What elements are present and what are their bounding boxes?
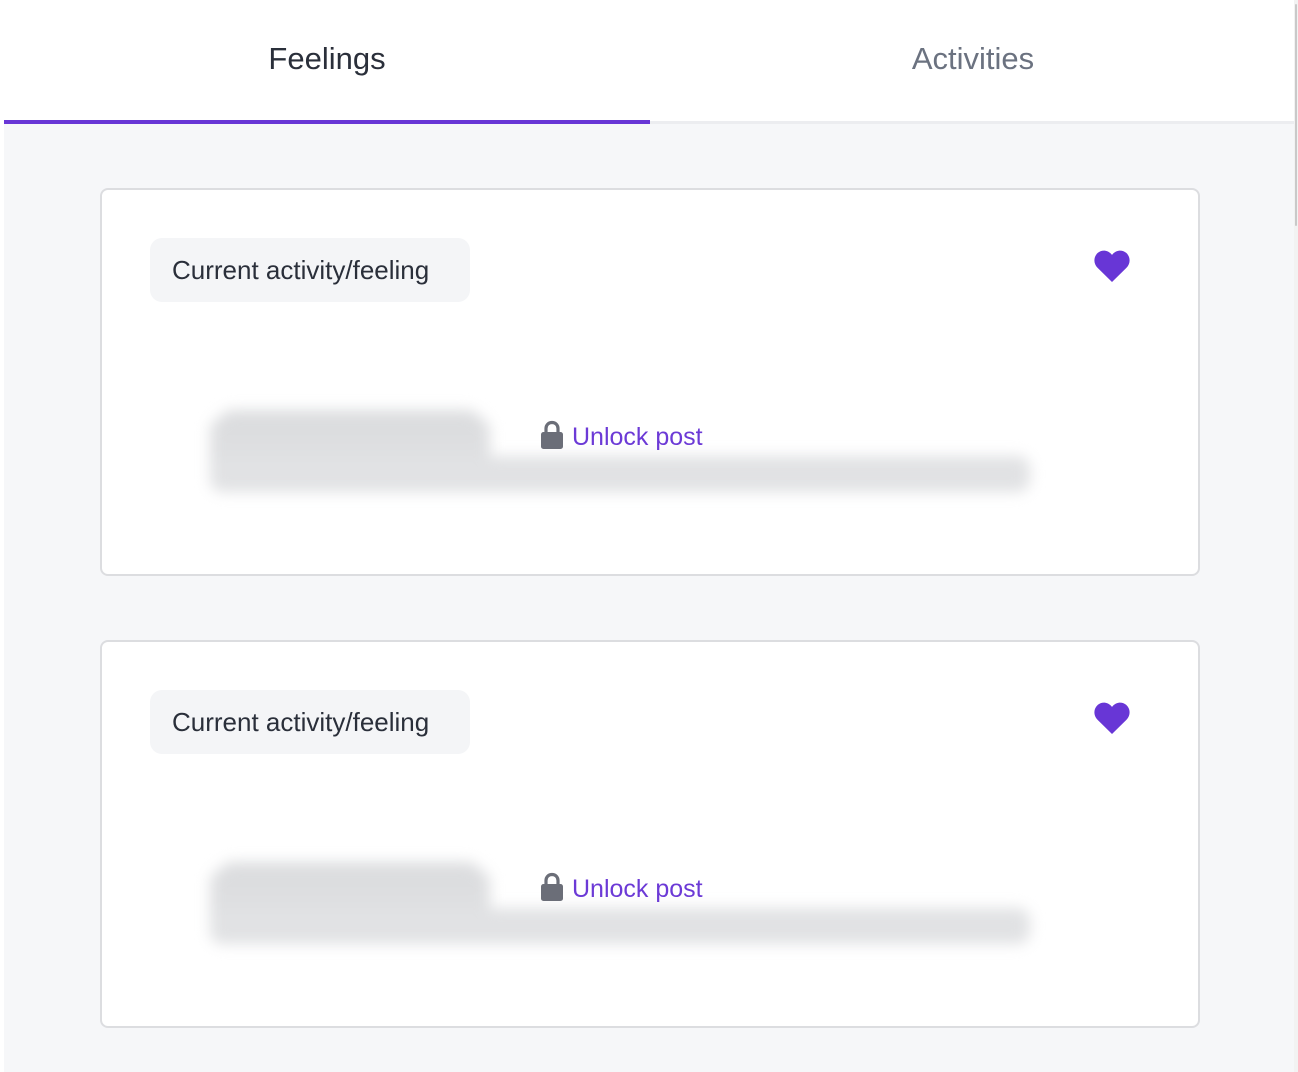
heart-icon	[1094, 702, 1130, 734]
unlock-post-label: Unlock post	[572, 874, 703, 903]
activity-chip-label: Current activity/feeling	[172, 706, 430, 737]
like-button[interactable]	[1092, 700, 1136, 740]
unlock-post-link[interactable]: Unlock post	[540, 872, 703, 904]
like-button[interactable]	[1092, 248, 1136, 288]
post-card: Current activity/feeling Unlock post	[100, 640, 1200, 1028]
post-card: Current activity/feeling Unlock post	[100, 188, 1200, 576]
left-edge	[0, 0, 4, 1072]
tab-feelings-label: Feelings	[268, 40, 386, 76]
unlock-post-label: Unlock post	[572, 422, 703, 451]
tab-activities-label: Activities	[911, 40, 1035, 76]
heart-icon	[1094, 250, 1130, 282]
tab-activities[interactable]: Activities	[650, 0, 1296, 121]
scrollbar[interactable]	[1294, 0, 1298, 1072]
scrollbar-thumb[interactable]	[1295, 4, 1297, 226]
tab-feelings[interactable]: Feelings	[4, 0, 650, 124]
unlock-post-link[interactable]: Unlock post	[540, 420, 703, 452]
tab-bar: Feelings Activities	[4, 0, 1296, 124]
lock-icon	[541, 872, 563, 901]
activity-chip: Current activity/feeling	[150, 238, 470, 302]
lock-icon	[541, 420, 563, 449]
activity-chip: Current activity/feeling	[150, 690, 470, 754]
activity-chip-label: Current activity/feeling	[172, 254, 430, 285]
